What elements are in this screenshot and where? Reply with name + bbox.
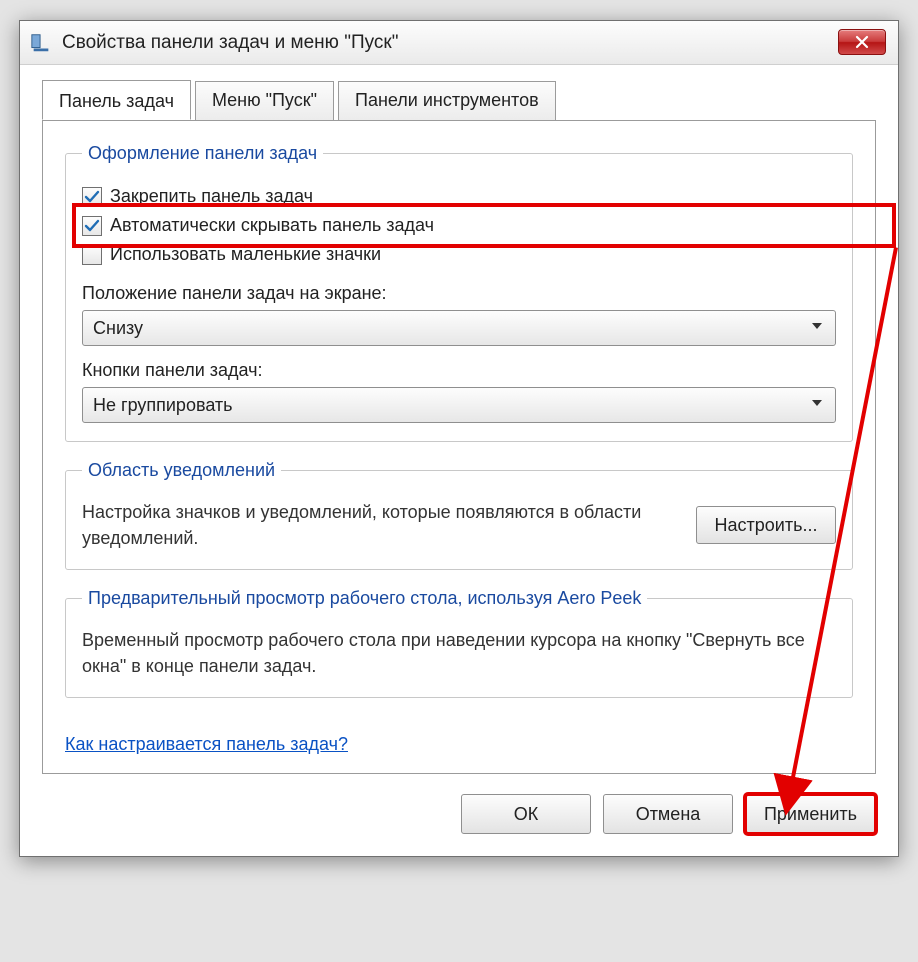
group-appearance-legend: Оформление панели задач — [82, 143, 323, 164]
label-buttons: Кнопки панели задач: — [82, 360, 836, 381]
group-aero-legend: Предварительный просмотр рабочего стола,… — [82, 588, 647, 609]
group-notification: Область уведомлений Настройка значков и … — [65, 460, 853, 570]
combo-buttons[interactable]: Не группировать — [82, 387, 836, 423]
group-appearance: Оформление панели задач Закрепить панель… — [65, 143, 853, 442]
row-autohide: Автоматически скрывать панель задач — [82, 211, 836, 240]
app-icon — [30, 32, 52, 54]
dialog-window: Свойства панели задач и меню "Пуск" Пане… — [19, 20, 899, 857]
label-small-icons: Использовать маленькие значки — [110, 244, 381, 265]
label-lock-taskbar: Закрепить панель задач — [110, 186, 313, 207]
label-position: Положение панели задач на экране: — [82, 283, 836, 304]
aero-desc: Временный просмотр рабочего стола при на… — [82, 627, 836, 679]
titlebar: Свойства панели задач и меню "Пуск" — [20, 21, 898, 65]
group-notification-legend: Область уведомлений — [82, 460, 281, 481]
checkbox-autohide[interactable] — [82, 216, 102, 236]
tab-toolbars[interactable]: Панели инструментов — [338, 81, 556, 121]
combo-position-value: Снизу — [93, 318, 143, 339]
group-aero-peek: Предварительный просмотр рабочего стола,… — [65, 588, 853, 698]
content-area: Панель задач Меню "Пуск" Панели инструме… — [20, 65, 898, 856]
combo-position[interactable]: Снизу — [82, 310, 836, 346]
tab-strip: Панель задач Меню "Пуск" Панели инструме… — [42, 80, 876, 120]
apply-button[interactable]: Применить — [745, 794, 876, 834]
chevron-down-icon — [809, 395, 825, 416]
window-title: Свойства панели задач и меню "Пуск" — [62, 32, 398, 54]
tab-taskbar[interactable]: Панель задач — [42, 80, 191, 120]
close-icon — [855, 35, 869, 49]
row-lock-taskbar: Закрепить панель задач — [82, 182, 836, 211]
checkbox-small-icons[interactable] — [82, 245, 102, 265]
chevron-down-icon — [809, 318, 825, 339]
cancel-button[interactable]: Отмена — [603, 794, 733, 834]
tab-startmenu[interactable]: Меню "Пуск" — [195, 81, 334, 121]
check-icon — [84, 189, 100, 205]
close-button[interactable] — [838, 29, 886, 55]
combo-buttons-value: Не группировать — [93, 395, 233, 416]
label-autohide: Автоматически скрывать панель задач — [110, 215, 434, 236]
help-link[interactable]: Как настраивается панель задач? — [65, 734, 348, 755]
dialog-button-row: ОК Отмена Применить — [42, 794, 876, 834]
ok-button[interactable]: ОК — [461, 794, 591, 834]
checkbox-lock-taskbar[interactable] — [82, 187, 102, 207]
customize-button[interactable]: Настроить... — [696, 506, 836, 544]
notification-desc: Настройка значков и уведомлений, которые… — [82, 499, 676, 551]
row-small-icons: Использовать маленькие значки — [82, 240, 836, 269]
check-icon — [84, 218, 100, 234]
tabpanel-taskbar: Оформление панели задач Закрепить панель… — [42, 120, 876, 774]
